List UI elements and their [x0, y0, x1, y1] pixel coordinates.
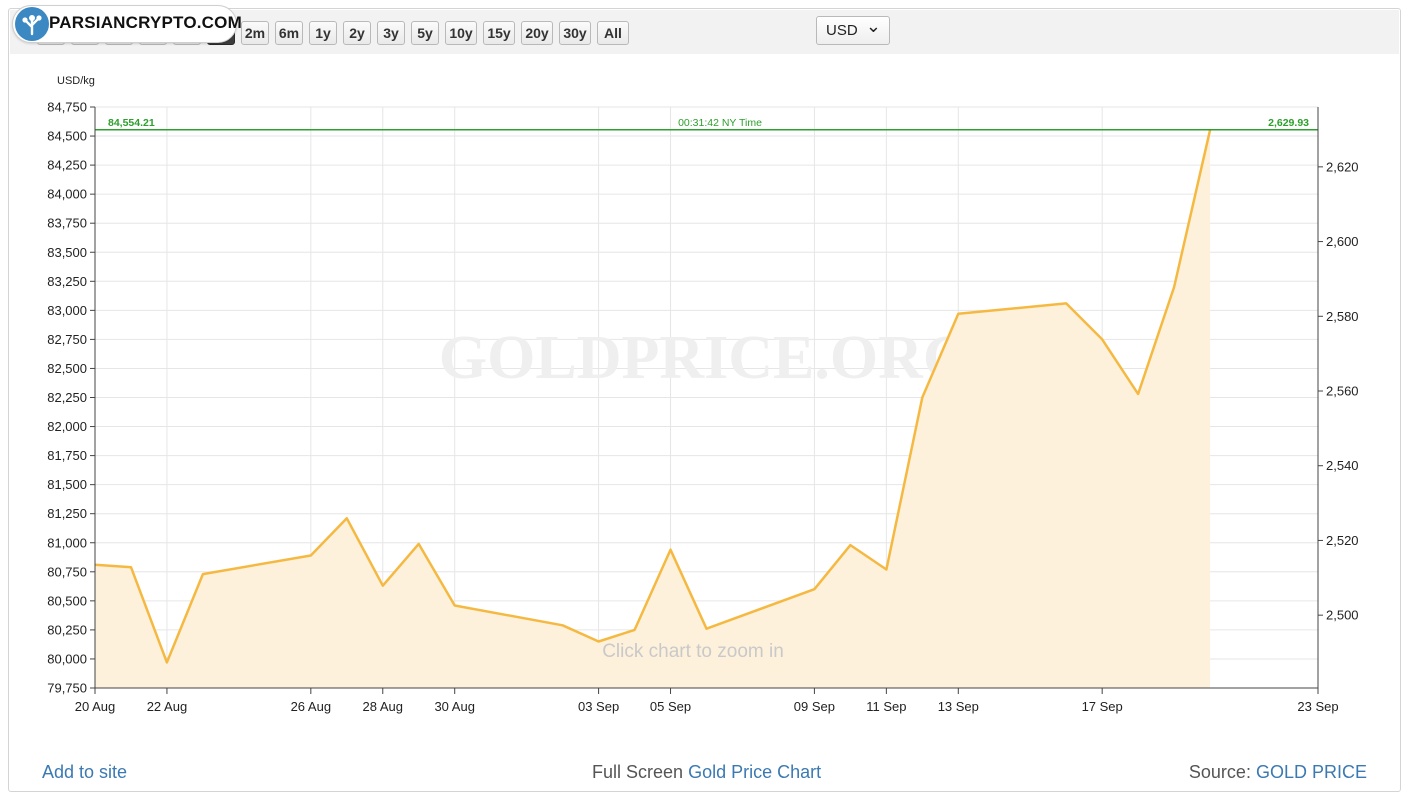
- x-tick-label: 13 Sep: [938, 699, 979, 714]
- y2-tick-label: 2,540: [1326, 458, 1359, 473]
- y-tick-label: 84,750: [47, 100, 87, 115]
- y-tick-label: 81,000: [47, 535, 87, 550]
- y-tick-label: 83,250: [47, 274, 87, 289]
- y-tick-label: 80,250: [47, 622, 87, 637]
- x-tick-label: 23 Sep: [1297, 699, 1338, 714]
- x-tick-label: 03 Sep: [578, 699, 619, 714]
- current-price-left-label: 84,554.21: [108, 117, 155, 129]
- y-tick-label: 84,250: [47, 158, 87, 173]
- full-screen-text: Full Screen Gold Price Chart: [592, 762, 821, 783]
- y-tick-label: 80,000: [47, 651, 87, 666]
- add-to-site-link[interactable]: Add to site: [42, 762, 127, 783]
- chart-footer: Add to site Full Screen Gold Price Chart…: [0, 752, 1413, 792]
- y-tick-label: 84,500: [47, 129, 87, 144]
- y-tick-label: 82,000: [47, 419, 87, 434]
- y-tick-label: 82,500: [47, 361, 87, 376]
- source-prefix: Source:: [1188, 762, 1251, 782]
- y2-tick-label: 2,500: [1326, 608, 1359, 623]
- y2-tick-label: 2,520: [1326, 533, 1359, 548]
- y-tick-label: 83,750: [47, 216, 87, 231]
- x-tick-label: 11 Sep: [866, 699, 906, 714]
- x-tick-label: 05 Sep: [650, 699, 691, 714]
- x-tick-label: 30 Aug: [434, 699, 475, 714]
- y-tick-label: 83,000: [47, 303, 87, 318]
- y-tick-label: 81,500: [47, 477, 87, 492]
- y-tick-label: 82,250: [47, 390, 87, 405]
- y-tick-label: 83,500: [47, 245, 87, 260]
- y-tick-label: 81,750: [47, 448, 87, 463]
- current-time-label: 00:31:42 NY Time: [678, 117, 762, 129]
- y2-tick-label: 2,560: [1326, 384, 1359, 399]
- source-text: Source: GOLD PRICE: [1189, 762, 1367, 783]
- current-price-right-label: 2,629.93: [1268, 117, 1309, 129]
- x-tick-label: 28 Aug: [363, 699, 404, 714]
- chart-watermark: GOLDPRICE.ORG: [439, 324, 971, 392]
- x-tick-label: 09 Sep: [794, 699, 835, 714]
- gold-price-chart[interactable]: 79,750 80,000 80,250 80,500 80,750 81,000 81,2…: [0, 0, 1413, 752]
- y2-tick-label: 2,620: [1326, 159, 1359, 174]
- source-link[interactable]: GOLD PRICE: [1256, 762, 1367, 782]
- x-tick-label: 22 Aug: [147, 699, 188, 714]
- y-tick-label: 82,750: [47, 332, 87, 347]
- y2-tick-label: 2,580: [1326, 309, 1359, 324]
- y-tick-label: 84,000: [47, 187, 87, 202]
- y-tick-label: 80,750: [47, 564, 87, 579]
- x-tick-label: 26 Aug: [291, 699, 332, 714]
- zoom-hint: Click chart to zoom in: [602, 641, 784, 662]
- x-tick-label: 17 Sep: [1082, 699, 1123, 714]
- y2-tick-label: 2,600: [1326, 234, 1359, 249]
- full-screen-prefix: Full Screen: [592, 762, 684, 782]
- y-axis-unit-label: USD/kg: [57, 75, 95, 87]
- y-tick-label: 80,500: [47, 593, 87, 608]
- y-tick-label: 79,750: [47, 681, 87, 696]
- x-tick-label: 20 Aug: [75, 699, 116, 714]
- y-tick-label: 81,250: [47, 506, 87, 521]
- full-screen-chart-link[interactable]: Gold Price Chart: [688, 762, 821, 782]
